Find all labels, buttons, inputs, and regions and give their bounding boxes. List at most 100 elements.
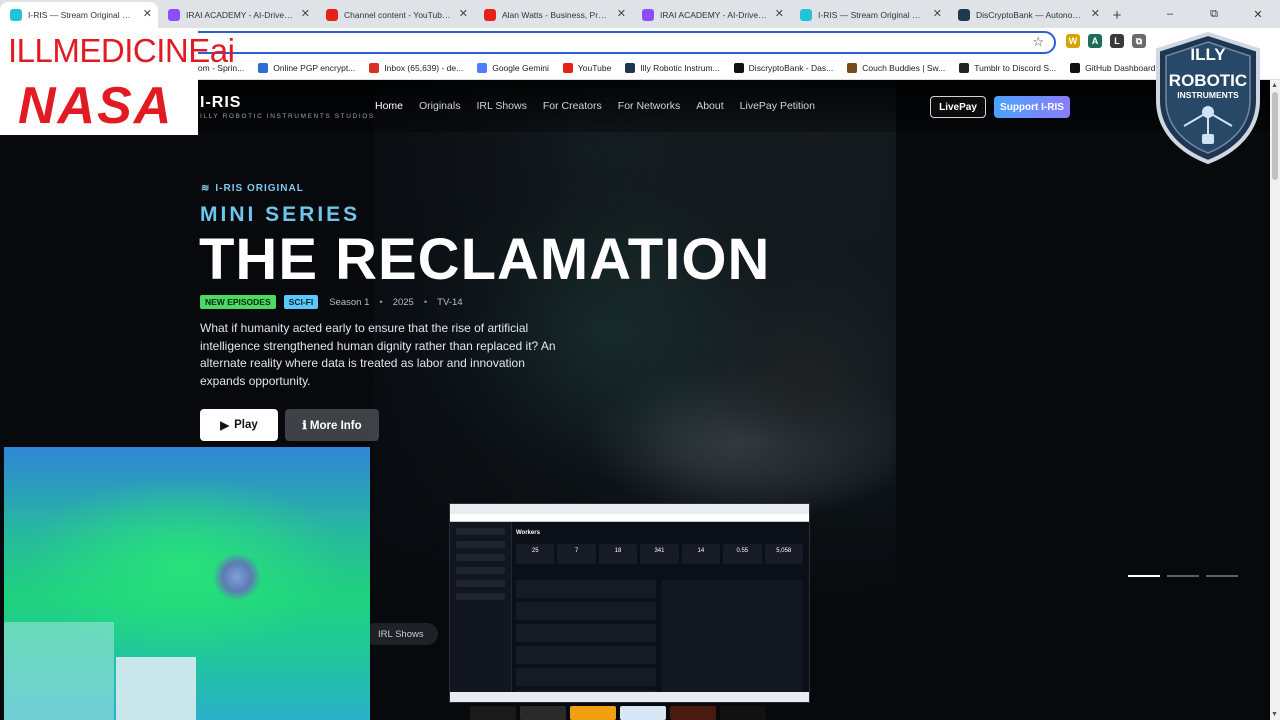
tab-favicon-icon — [958, 9, 970, 21]
carousel-dot[interactable] — [1206, 575, 1238, 577]
thumbnail-address — [450, 514, 809, 522]
bookmark-item[interactable]: YouTube — [562, 62, 611, 73]
minimize-button[interactable]: – — [1148, 0, 1192, 28]
webcam-feed — [4, 447, 370, 720]
browser-tab[interactable]: IRAI ACADEMY - AI-Driven Dev ✕ — [632, 2, 790, 28]
bookmark-item[interactable]: Google Gemini — [477, 62, 549, 73]
tab-favicon-icon — [800, 9, 812, 21]
hero-title: THE RECLAMATION — [199, 227, 771, 292]
nav-about[interactable]: About — [696, 100, 723, 112]
thumbnail-stat: 14 — [681, 544, 721, 564]
tab-list: I-RIS — Stream Original Series ✕ IRAI ACAD… — [0, 0, 1106, 28]
rating-text: TV-14 — [437, 296, 463, 308]
meta-separator: • — [423, 296, 428, 308]
browser-tab[interactable]: I-RIS — Stream Original Series ✕ — [790, 2, 948, 28]
taskbar-app-icon — [720, 706, 766, 720]
bookmark-favicon-icon — [258, 62, 269, 73]
support-button[interactable]: Support I-RIS — [994, 96, 1070, 118]
genre-badge: SCI-FI — [283, 295, 319, 309]
tab-close-icon[interactable]: ✕ — [933, 7, 942, 20]
carousel-dot[interactable] — [1167, 575, 1199, 577]
meta-separator: • — [379, 296, 383, 308]
bookmark-favicon-icon — [959, 62, 970, 73]
browser-tab-strip: I-RIS — Stream Original Series ✕ IRAI ACAD… — [0, 0, 1280, 28]
shield-text-instruments: INSTRUMENTS — [1177, 90, 1239, 100]
taskbar-app-icon — [670, 706, 716, 720]
livepay-button[interactable]: LivePay — [930, 96, 986, 118]
bookmark-item[interactable]: DiscryptoBank - Das... — [733, 62, 834, 73]
thumbnail-stat: 18 — [598, 544, 638, 564]
tab-favicon-icon — [326, 9, 338, 21]
nav-originals[interactable]: Originals — [419, 100, 460, 112]
extension-icon[interactable]: W — [1066, 34, 1080, 48]
close-window-button[interactable]: ✕ — [1236, 0, 1280, 28]
thumbnail-stat: 7 — [557, 544, 596, 564]
thumbnail-main: Workers 25 7 18 341 14 0.55 5,058 — [516, 530, 803, 702]
carousel-dot[interactable] — [1128, 575, 1160, 577]
nav-for-creators[interactable]: For Creators — [543, 100, 602, 112]
bookmark-item[interactable]: Online PGP encrypt... — [258, 62, 356, 73]
extension-icon[interactable]: ⧉ — [1132, 34, 1146, 48]
year-text: 2025 — [392, 296, 414, 308]
browser-tab[interactable]: Channel content - YouTube Stu ✕ — [316, 2, 474, 28]
browser-tab[interactable]: Alan Watts - Business, Propaga ✕ — [474, 2, 632, 28]
site-brand[interactable]: I-RIS ILLY ROBOTIC INSTRUMENTS STUDIOS — [200, 94, 375, 120]
bookmark-label: Online PGP encrypt... — [273, 62, 356, 73]
scroll-down-icon[interactable]: ▼ — [1271, 711, 1278, 718]
extension-icon[interactable]: A — [1088, 34, 1102, 48]
scrollbar-thumb[interactable] — [1272, 92, 1278, 180]
browser-tab[interactable]: I-RIS — Stream Original Series ✕ — [0, 2, 158, 28]
new-tab-button[interactable]: + — [1106, 2, 1128, 28]
thumbnail-title: Workers — [516, 530, 540, 536]
bookmark-label: DiscryptoBank - Das... — [748, 62, 834, 73]
maximize-button[interactable]: ⧉ — [1192, 0, 1236, 28]
bookmark-item[interactable]: Illy Robotic Instrum... — [625, 62, 720, 73]
tab-close-icon[interactable]: ✕ — [617, 7, 626, 20]
bookmark-item[interactable]: Tumblr to Discord S... — [959, 62, 1056, 73]
hero-eyebrow: ≋ I-RIS ORIGINAL — [201, 183, 304, 194]
bookmark-item[interactable]: Inbox (65,639) - de... — [369, 62, 463, 73]
bookmark-favicon-icon — [1070, 62, 1081, 73]
nav-links: Home Originals IRL Shows For Creators Fo… — [375, 100, 815, 112]
nav-for-networks[interactable]: For Networks — [618, 100, 680, 112]
play-label: Play — [234, 419, 258, 431]
nasa-logo-text: NASA — [18, 77, 174, 135]
play-icon: ▶ — [220, 420, 230, 432]
thumbnail-sidebar — [450, 522, 512, 702]
thumbnail-stat: 341 — [640, 544, 679, 564]
more-info-button[interactable]: ℹ More Info — [285, 409, 379, 441]
shield-text-robotic: ROBOTIC — [1169, 71, 1247, 90]
nav-livepay-petition[interactable]: LivePay Petition — [740, 100, 815, 112]
bookmark-item[interactable]: GitHub Dashboard — [1070, 62, 1156, 73]
play-button[interactable]: ▶ Play — [200, 409, 278, 441]
tab-title: I-RIS — Stream Original Series — [28, 10, 136, 20]
bookmark-favicon-icon — [369, 62, 380, 73]
taskbar-icons-strip — [470, 706, 790, 720]
extension-icon[interactable]: L — [1110, 34, 1124, 48]
taskbar-app-icon — [620, 706, 666, 720]
tab-title: IRAI ACADEMY - AI-Driven Dev — [186, 10, 294, 20]
season-text: Season 1 — [329, 296, 370, 308]
scroll-up-icon[interactable]: ▲ — [1271, 82, 1278, 89]
tab-close-icon[interactable]: ✕ — [459, 7, 468, 20]
tab-favicon-icon — [642, 9, 654, 21]
taskbar-app-icon — [570, 706, 616, 720]
hero-description: What if humanity acted early to ensure t… — [200, 321, 556, 388]
browser-tab[interactable]: DisCryptoBank — Autonomous ✕ — [948, 2, 1106, 28]
tab-title: Alan Watts - Business, Propaga — [502, 10, 610, 20]
tab-close-icon[interactable]: ✕ — [775, 7, 784, 20]
tab-close-icon[interactable]: ✕ — [143, 7, 152, 20]
tab-close-icon[interactable]: ✕ — [301, 7, 310, 20]
tab-favicon-icon — [484, 9, 496, 21]
window-controls: – ⧉ ✕ — [1148, 0, 1280, 28]
nav-irl-shows[interactable]: IRL Shows — [476, 100, 526, 112]
bookmark-favicon-icon — [733, 62, 744, 73]
shield-text-illy: ILLY — [1190, 45, 1226, 64]
tab-close-icon[interactable]: ✕ — [1091, 7, 1100, 20]
irl-shows-chip[interactable]: IRL Shows — [364, 623, 438, 645]
bookmark-item[interactable]: Couch Buddies | Sw... — [847, 62, 945, 73]
nav-home[interactable]: Home — [375, 100, 403, 112]
bookmark-star-icon[interactable]: ☆ — [1032, 34, 1044, 50]
page-scrollbar[interactable]: ▲ ▼ — [1270, 80, 1280, 720]
browser-tab[interactable]: IRAI ACADEMY - AI-Driven Dev ✕ — [158, 2, 316, 28]
